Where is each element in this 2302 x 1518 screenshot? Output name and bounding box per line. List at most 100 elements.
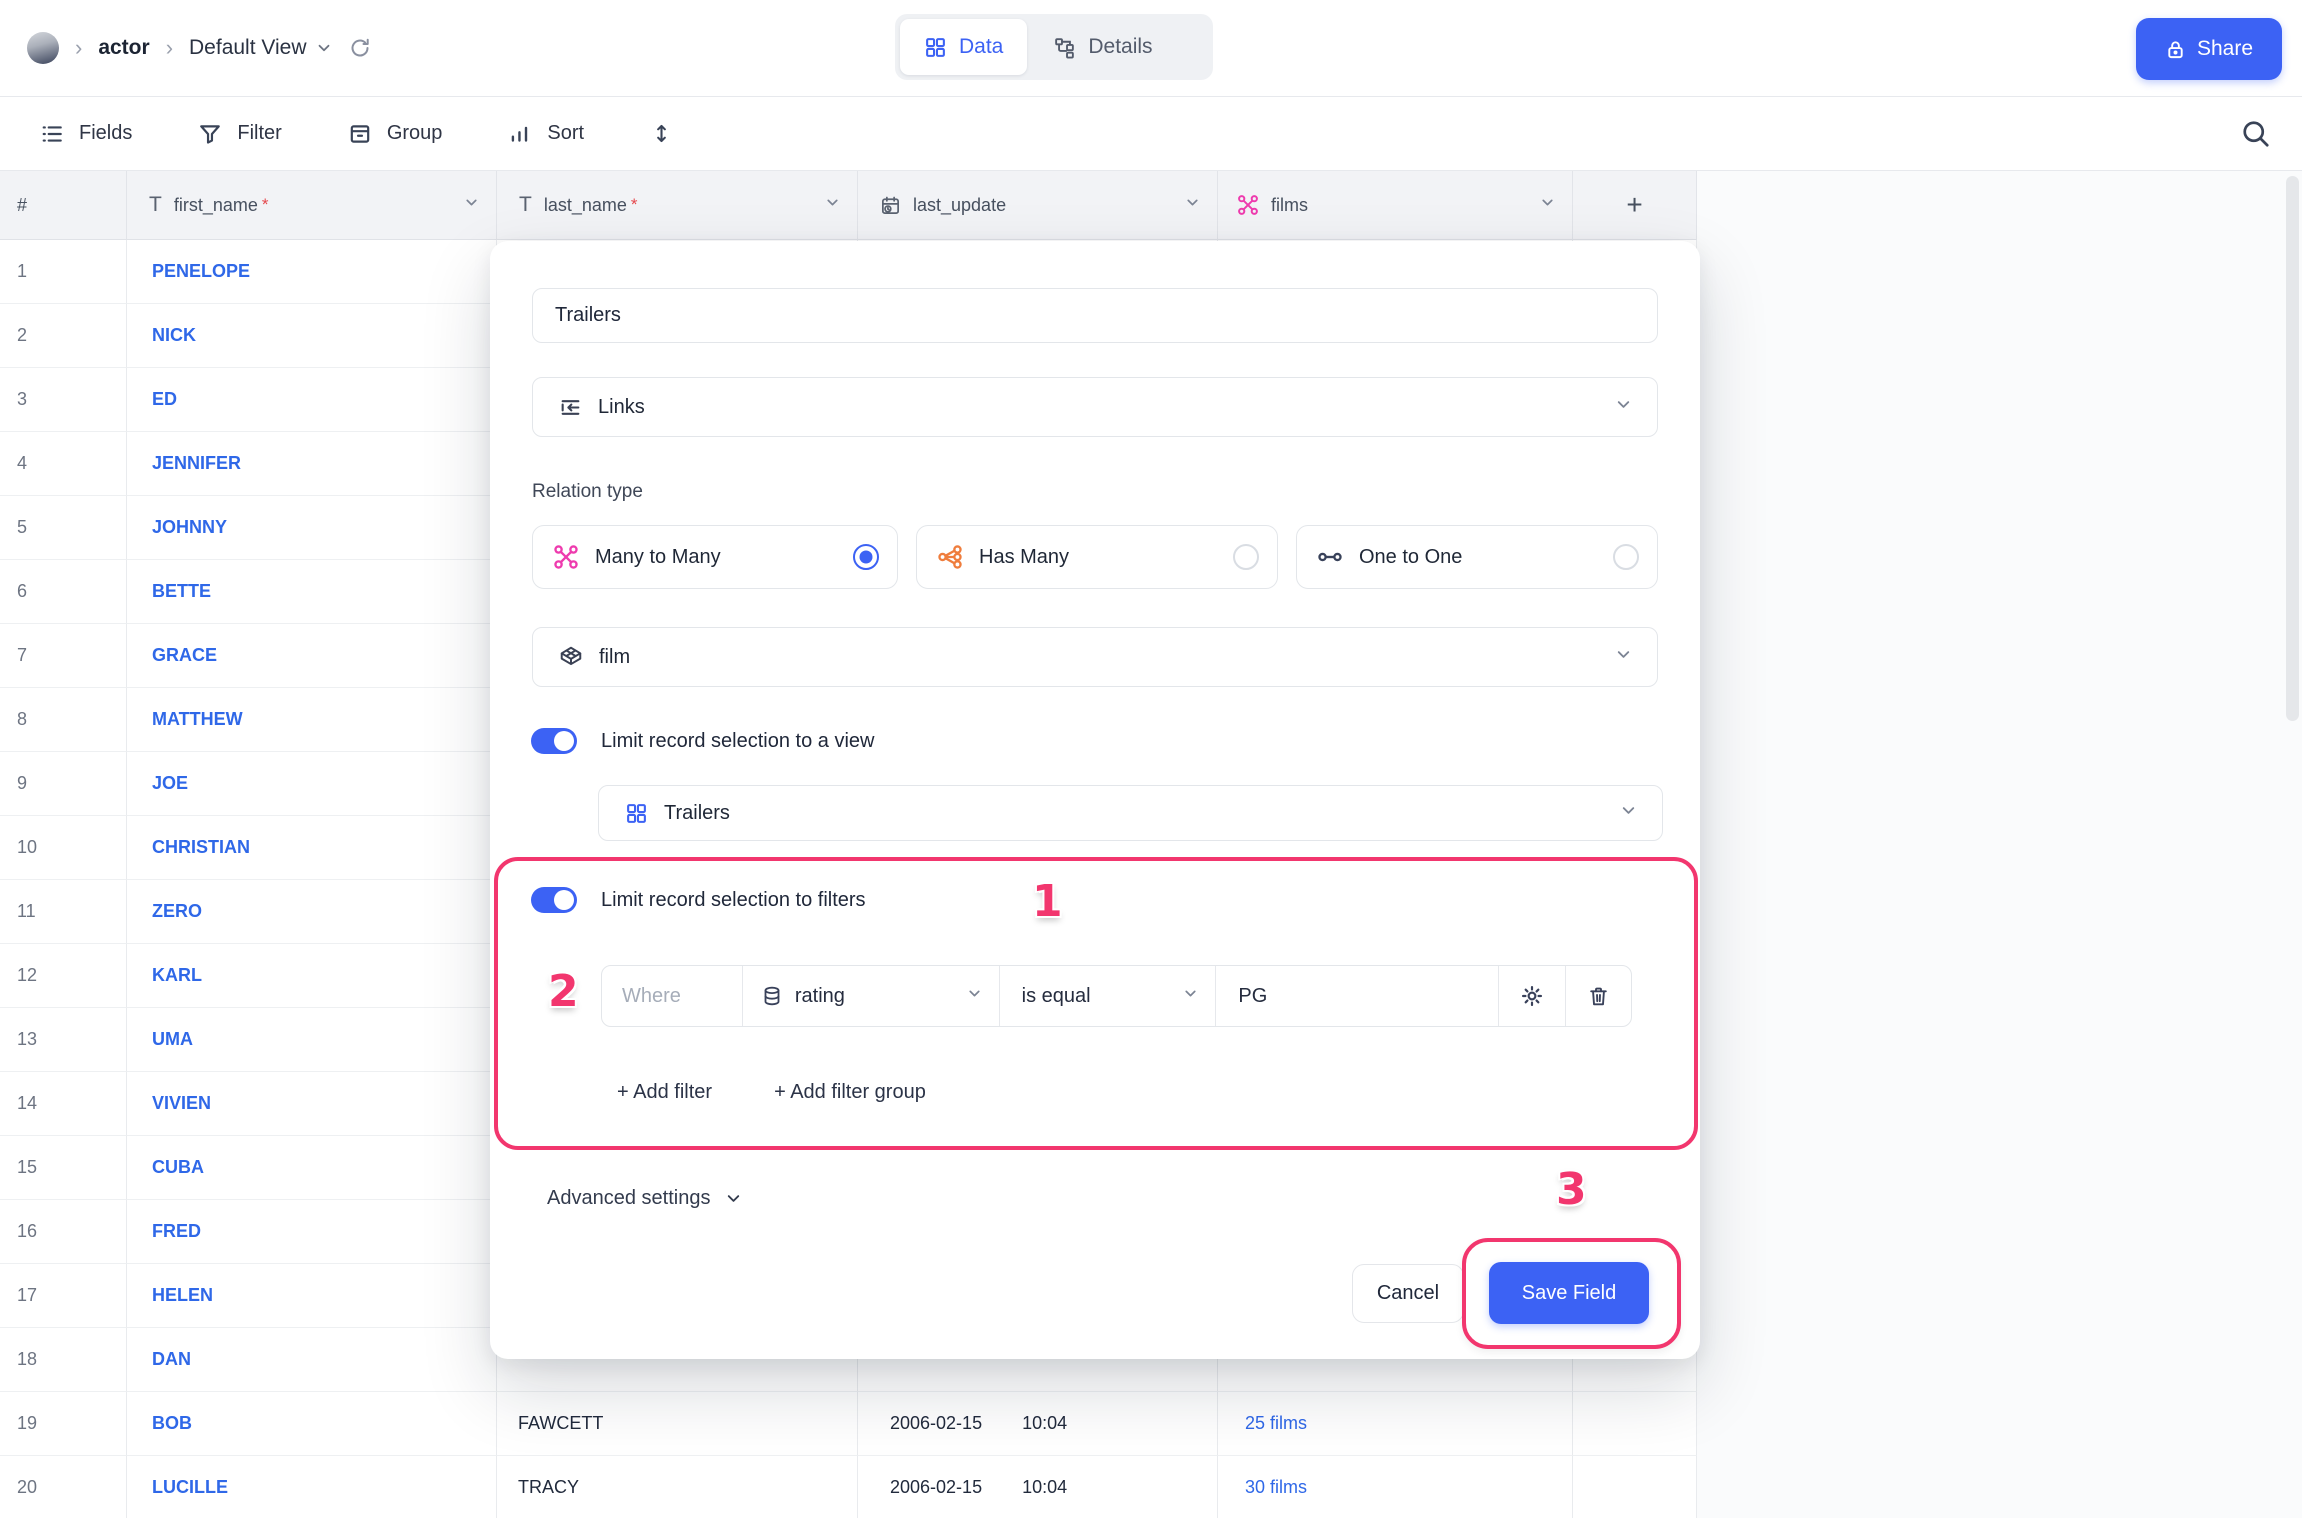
cell-first-name[interactable]: ED [127, 368, 497, 432]
limit-view-row: Limit record selection to a view [531, 728, 874, 754]
cell-first-name[interactable]: BOB [127, 1392, 497, 1456]
table-row[interactable]: 19 BOB FAWCETT 2006-02-15 10:04 25 films [0, 1392, 1697, 1456]
filter-settings-button[interactable] [1499, 966, 1567, 1026]
share-button[interactable]: Share [2136, 18, 2282, 80]
column-header-films[interactable]: films [1218, 171, 1573, 240]
chevron-down-icon[interactable] [463, 194, 480, 216]
cell-first-name[interactable]: JOHNNY [127, 496, 497, 560]
field-name-input[interactable] [532, 288, 1658, 343]
group-box-icon [348, 122, 372, 146]
cell-first-name[interactable]: FRED [127, 1200, 497, 1264]
cell-last-update[interactable]: 2006-02-15 10:04 [858, 1456, 1218, 1518]
group-button[interactable]: Group [348, 122, 442, 146]
app-logo-icon[interactable] [27, 32, 59, 64]
filter-button[interactable]: Filter [198, 122, 282, 146]
limit-view-toggle-on[interactable] [531, 728, 577, 754]
required-mark: * [630, 195, 638, 214]
cell-first-name[interactable]: VIVIEN [127, 1072, 497, 1136]
advanced-settings-toggle[interactable]: Advanced settings [547, 1187, 743, 1210]
cell-first-name[interactable]: DAN [127, 1328, 497, 1392]
filter-condition-row: Where rating is equal PG [601, 965, 1632, 1027]
cell-empty [1573, 1456, 1697, 1518]
cell-first-name[interactable]: JENNIFER [127, 432, 497, 496]
search-icon[interactable] [2238, 116, 2274, 157]
text-field-icon: T [149, 193, 162, 216]
linked-table-select[interactable]: film [532, 627, 1658, 687]
cell-last-name[interactable]: TRACY [497, 1456, 858, 1518]
cell-first-name[interactable]: HELEN [127, 1264, 497, 1328]
row-number: 3 [0, 368, 127, 432]
cell-first-name[interactable]: LUCILLE [127, 1456, 497, 1518]
breadcrumb-view[interactable]: Default View [189, 36, 333, 60]
refresh-icon[interactable] [349, 37, 371, 59]
row-number: 7 [0, 624, 127, 688]
row-number: 14 [0, 1072, 127, 1136]
cancel-button[interactable]: Cancel [1352, 1264, 1464, 1323]
relation-type-options: Many to Many Has Many One to One [532, 525, 1658, 589]
chevron-down-icon[interactable] [1184, 194, 1201, 216]
cell-first-name[interactable]: ZERO [127, 880, 497, 944]
breadcrumb-table[interactable]: actor [98, 36, 149, 60]
filter-operator-select[interactable]: is equal [1000, 966, 1217, 1026]
cell-first-name[interactable]: BETTE [127, 560, 497, 624]
cell-last-update[interactable]: 2006-02-15 10:04 [858, 1392, 1218, 1456]
field-type-select[interactable]: Links [532, 377, 1658, 437]
relation-option-has-many[interactable]: Has Many [916, 525, 1278, 589]
add-filter-button[interactable]: + Add filter [617, 1081, 712, 1104]
lock-icon [2168, 40, 2183, 58]
chevron-down-icon [1614, 645, 1633, 669]
tab-details[interactable]: Details [1029, 19, 1176, 75]
one-to-one-icon [1317, 544, 1343, 570]
column-header-last-name[interactable]: T last_name * [497, 171, 858, 240]
cell-first-name[interactable]: CHRISTIAN [127, 816, 497, 880]
table-row[interactable]: 20 LUCILLE TRACY 2006-02-15 10:04 30 films [0, 1456, 1697, 1518]
cell-first-name[interactable]: PENELOPE [127, 240, 497, 304]
filter-value-input[interactable]: PG [1216, 966, 1500, 1026]
sort-button[interactable]: Sort [508, 122, 584, 146]
cell-first-name[interactable]: GRACE [127, 624, 497, 688]
chevron-down-icon [1182, 985, 1199, 1008]
row-number: 19 [0, 1392, 127, 1456]
add-field-button[interactable]: + [1573, 171, 1697, 240]
filter-field-select[interactable]: rating [743, 966, 1000, 1026]
column-header-last-update[interactable]: last_update [858, 171, 1218, 240]
sort-bars-icon [508, 122, 532, 146]
cell-films[interactable]: 25 films [1218, 1392, 1573, 1456]
relation-option-one-to-one[interactable]: One to One [1296, 525, 1658, 589]
view-select[interactable]: Trailers [598, 785, 1663, 841]
cell-first-name[interactable]: MATTHEW [127, 688, 497, 752]
save-field-button[interactable]: Save Field [1489, 1262, 1649, 1324]
filter-delete-button[interactable] [1566, 966, 1631, 1026]
cell-first-name[interactable]: KARL [127, 944, 497, 1008]
column-header-row-number[interactable]: # [0, 171, 127, 240]
add-filter-group-button[interactable]: + Add filter group [774, 1081, 926, 1104]
chevron-down-icon[interactable] [824, 194, 841, 216]
vertical-scrollbar[interactable] [2286, 176, 2299, 721]
row-number: 8 [0, 688, 127, 752]
cell-first-name[interactable]: CUBA [127, 1136, 497, 1200]
relation-option-many-to-many[interactable]: Many to Many [532, 525, 898, 589]
workflow-icon [1055, 37, 1075, 58]
row-number: 5 [0, 496, 127, 560]
radio-selected[interactable] [853, 544, 879, 570]
limit-filters-row: Limit record selection to filters [531, 887, 866, 913]
row-number: 18 [0, 1328, 127, 1392]
cell-first-name[interactable]: NICK [127, 304, 497, 368]
row-height-button[interactable] [650, 122, 673, 145]
tab-data[interactable]: Data [900, 19, 1028, 75]
radio-unselected[interactable] [1613, 544, 1639, 570]
cell-first-name[interactable]: UMA [127, 1008, 497, 1072]
chevron-down-icon[interactable] [1539, 194, 1556, 216]
cell-last-name[interactable]: FAWCETT [497, 1392, 858, 1456]
grid-icon [926, 37, 945, 57]
row-number: 13 [0, 1008, 127, 1072]
column-header-first-name[interactable]: T first_name * [127, 171, 497, 240]
relation-type-label: Relation type [532, 481, 643, 502]
cell-films[interactable]: 30 films [1218, 1456, 1573, 1518]
limit-filters-toggle-on[interactable] [531, 887, 577, 913]
view-toolbar: Fields Filter Group Sort [0, 97, 2302, 171]
fields-button[interactable]: Fields [40, 122, 132, 146]
arrow-up-down-icon [650, 122, 673, 145]
cell-first-name[interactable]: JOE [127, 752, 497, 816]
radio-unselected[interactable] [1233, 544, 1259, 570]
